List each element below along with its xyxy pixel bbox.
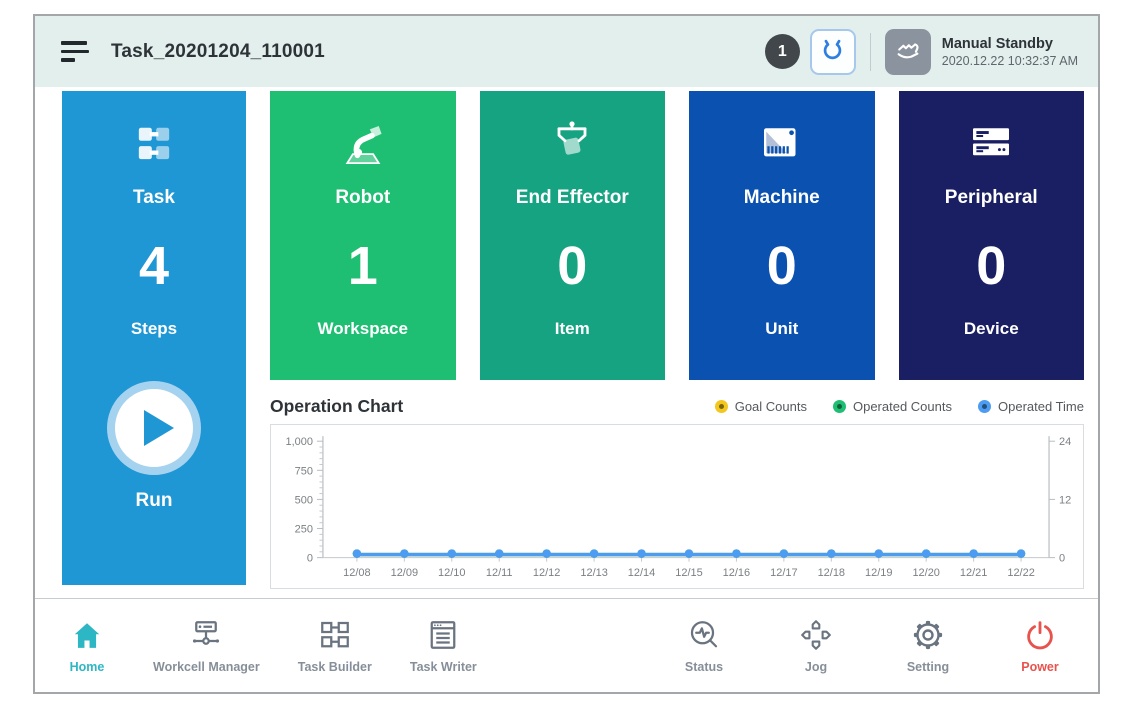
peripheral-icon xyxy=(964,117,1018,171)
header-right: 1 Manual Standby 2020.12.22 10 xyxy=(765,29,1078,75)
nav-power[interactable]: Power xyxy=(1012,619,1068,674)
robot-arm-icon xyxy=(336,117,390,171)
card-machine[interactable]: Machine 0 Unit xyxy=(689,91,875,380)
svg-text:12/15: 12/15 xyxy=(675,567,702,579)
svg-text:12: 12 xyxy=(1059,494,1071,506)
hand-icon xyxy=(893,37,923,67)
mode-status: Manual Standby 2020.12.22 10:32:37 AM xyxy=(942,36,1078,68)
card-title: Machine xyxy=(744,187,820,209)
svg-text:12/18: 12/18 xyxy=(818,567,845,579)
card-unit: Steps xyxy=(131,319,177,339)
card-unit: Device xyxy=(964,319,1019,339)
app-window: Task_20201204_110001 1 Man xyxy=(33,14,1100,694)
workcell-manager-icon xyxy=(188,617,224,653)
svg-text:750: 750 xyxy=(295,465,313,477)
main-content: Task 4 Steps Run xyxy=(35,87,1098,598)
bottom-nav: Home Workcell Manager xyxy=(35,598,1098,692)
svg-text:12/08: 12/08 xyxy=(343,567,370,579)
header-divider xyxy=(870,33,871,71)
svg-text:12/13: 12/13 xyxy=(580,567,607,579)
machine-icon xyxy=(755,117,809,171)
svg-text:12/12: 12/12 xyxy=(533,567,560,579)
nav-jog[interactable]: Jog xyxy=(788,617,844,674)
card-peripheral[interactable]: Peripheral 0 Device xyxy=(899,91,1085,380)
run-label: Run xyxy=(136,490,173,512)
task-builder-icon xyxy=(317,617,353,653)
operated-counts-dot-icon xyxy=(833,400,846,413)
card-value: 1 xyxy=(348,239,378,293)
notification-badge: 1 xyxy=(765,34,800,69)
svg-text:12/20: 12/20 xyxy=(912,567,939,579)
jog-icon xyxy=(798,617,834,653)
svg-text:0: 0 xyxy=(307,553,313,565)
right-column: Robot 1 Workspace xyxy=(270,91,1084,598)
nav-status[interactable]: Status xyxy=(676,617,732,674)
svg-text:12/11: 12/11 xyxy=(486,567,513,579)
card-title: Task xyxy=(133,187,175,209)
chart-header: Operation Chart Goal Counts Operated Cou… xyxy=(270,395,1084,417)
play-icon xyxy=(144,410,174,446)
card-robot[interactable]: Robot 1 Workspace xyxy=(270,91,456,380)
home-icon xyxy=(70,619,104,653)
svg-text:12/09: 12/09 xyxy=(391,567,418,579)
card-end-effector[interactable]: End Effector 0 Item xyxy=(480,91,666,380)
end-effector-tool-button[interactable] xyxy=(810,29,856,75)
legend-goal-counts: Goal Counts xyxy=(715,399,807,414)
operation-chart: 1,000 750 500 250 0 24 12 0 12/08 12/09 12/10 12/11… xyxy=(270,424,1084,589)
task-writer-icon xyxy=(425,617,461,653)
nav-task-writer[interactable]: Task Writer xyxy=(410,617,477,674)
card-value: 0 xyxy=(557,239,587,293)
status-icon xyxy=(686,617,722,653)
chart-title: Operation Chart xyxy=(270,396,403,417)
nav-workcell-manager[interactable]: Workcell Manager xyxy=(153,617,260,674)
svg-text:12/22: 12/22 xyxy=(1007,567,1034,579)
card-value: 0 xyxy=(976,239,1006,293)
setting-icon xyxy=(910,617,946,653)
mode-label: Manual Standby xyxy=(942,36,1078,52)
operated-time-dot-icon xyxy=(978,400,991,413)
card-title: End Effector xyxy=(516,187,629,209)
svg-text:12/10: 12/10 xyxy=(438,567,465,579)
nav-setting[interactable]: Setting xyxy=(900,617,956,674)
chart-legend: Goal Counts Operated Counts Operated Tim… xyxy=(715,399,1084,414)
legend-operated-counts: Operated Counts xyxy=(833,399,952,414)
card-task[interactable]: Task 4 Steps Run xyxy=(62,91,246,585)
card-unit: Item xyxy=(555,319,590,339)
card-value: 0 xyxy=(767,239,797,293)
svg-text:24: 24 xyxy=(1059,436,1071,448)
end-effector-gripper-icon xyxy=(546,117,598,171)
manual-mode-button[interactable] xyxy=(885,29,931,75)
card-unit: Unit xyxy=(765,319,798,339)
svg-text:12/16: 12/16 xyxy=(723,567,750,579)
svg-text:250: 250 xyxy=(295,524,313,536)
card-unit: Workspace xyxy=(318,319,408,339)
card-title: Robot xyxy=(335,187,390,209)
svg-text:500: 500 xyxy=(295,494,313,506)
svg-text:1,000: 1,000 xyxy=(285,436,312,448)
power-icon xyxy=(1023,619,1057,653)
nav-task-builder[interactable]: Task Builder xyxy=(298,617,372,674)
nav-home[interactable]: Home xyxy=(59,619,115,674)
run-button[interactable]: Run xyxy=(107,381,201,512)
cards-row: Robot 1 Workspace xyxy=(270,91,1084,380)
svg-text:12/21: 12/21 xyxy=(960,567,987,579)
svg-text:0: 0 xyxy=(1059,553,1065,565)
mode-timestamp: 2020.12.22 10:32:37 AM xyxy=(942,54,1078,68)
card-title: Peripheral xyxy=(945,187,1038,209)
run-circle xyxy=(107,381,201,475)
svg-text:12/17: 12/17 xyxy=(770,567,797,579)
goal-counts-dot-icon xyxy=(715,400,728,413)
operation-chart-svg: 1,000 750 500 250 0 24 12 0 12/08 12/09 12/10 12/11… xyxy=(271,425,1083,588)
header: Task_20201204_110001 1 Man xyxy=(35,16,1098,87)
svg-text:12/19: 12/19 xyxy=(865,567,892,579)
task-blocks-icon xyxy=(128,117,180,171)
gripper-icon xyxy=(819,38,846,65)
legend-operated-time: Operated Time xyxy=(978,399,1084,414)
task-title: Task_20201204_110001 xyxy=(111,41,325,63)
menu-icon[interactable] xyxy=(61,40,91,64)
card-value: 4 xyxy=(139,239,169,293)
svg-text:12/14: 12/14 xyxy=(628,567,655,579)
